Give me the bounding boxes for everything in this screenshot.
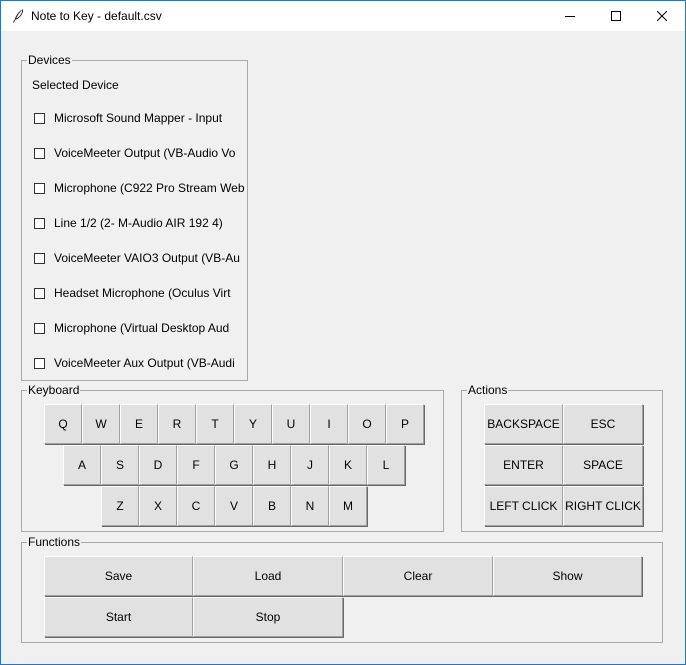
actions-group: Actions BACKSPACE ESC ENTER SPACE LEFT C… [461, 383, 663, 532]
close-icon [657, 11, 667, 21]
app-window: Note to Key - default.csv Devices Select… [0, 0, 686, 665]
actions-legend: Actions [467, 383, 509, 397]
device-checkbox[interactable] [34, 147, 45, 159]
device-label: VoiceMeeter Aux Output (VB-Audi [54, 356, 235, 370]
title-bar[interactable]: Note to Key - default.csv [1, 1, 685, 31]
devices-group: Devices Selected Device Microsoft Sound … [21, 53, 248, 381]
device-checkbox[interactable] [34, 112, 45, 124]
key-g[interactable]: G [215, 445, 253, 485]
device-checkbox[interactable] [34, 217, 45, 229]
device-label: VoiceMeeter VAIO3 Output (VB-Au [54, 251, 240, 265]
functions-group: Functions Save Load Clear Show Start Sto… [21, 535, 663, 643]
key-w[interactable]: W [82, 404, 120, 444]
key-a[interactable]: A [63, 445, 101, 485]
device-checkbox[interactable] [34, 322, 45, 334]
device-option[interactable]: Microphone (C922 Pro Stream Web [34, 180, 245, 196]
key-u[interactable]: U [272, 404, 310, 444]
device-label: Microphone (C922 Pro Stream Web [54, 181, 245, 195]
devices-legend: Devices [27, 53, 72, 67]
key-v[interactable]: V [215, 486, 253, 526]
key-s[interactable]: S [101, 445, 139, 485]
stop-button[interactable]: Stop [193, 597, 343, 637]
key-l[interactable]: L [367, 445, 405, 485]
key-y[interactable]: Y [234, 404, 272, 444]
key-h[interactable]: H [253, 445, 291, 485]
key-e[interactable]: E [120, 404, 158, 444]
keyboard-legend: Keyboard [27, 383, 81, 397]
device-option[interactable]: Line 1/2 (2- M-Audio AIR 192 4) [34, 215, 223, 231]
right-click-button[interactable]: RIGHT CLICK [563, 486, 643, 526]
key-z[interactable]: Z [101, 486, 139, 526]
device-label: Line 1/2 (2- M-Audio AIR 192 4) [54, 216, 223, 230]
show-button[interactable]: Show [493, 556, 642, 596]
key-r[interactable]: R [158, 404, 196, 444]
key-x[interactable]: X [139, 486, 177, 526]
maximize-button[interactable] [593, 1, 639, 31]
close-button[interactable] [639, 1, 685, 31]
functions-legend: Functions [27, 535, 82, 549]
device-checkbox[interactable] [34, 287, 45, 299]
device-label: Headset Microphone (Oculus Virt [54, 286, 231, 300]
device-option[interactable]: Microsoft Sound Mapper - Input [34, 110, 222, 126]
minimize-icon [565, 16, 575, 17]
key-b[interactable]: B [253, 486, 291, 526]
device-option[interactable]: VoiceMeeter Aux Output (VB-Audi [34, 355, 235, 371]
key-d[interactable]: D [139, 445, 177, 485]
device-label: Microsoft Sound Mapper - Input [54, 111, 223, 125]
device-option[interactable]: Headset Microphone (Oculus Virt [34, 285, 231, 301]
key-k[interactable]: K [329, 445, 367, 485]
minimize-button[interactable] [547, 1, 593, 31]
device-checkbox[interactable] [34, 182, 45, 194]
save-button[interactable]: Save [44, 556, 193, 596]
device-checkbox[interactable] [34, 252, 45, 264]
key-m[interactable]: M [329, 486, 367, 526]
device-label: Microphone (Virtual Desktop Aud [54, 321, 230, 335]
maximize-icon [611, 11, 621, 21]
keyboard-group: Keyboard Q W E R T Y U I O P A S D F G H… [21, 383, 444, 532]
enter-button[interactable]: ENTER [484, 445, 563, 485]
clear-button[interactable]: Clear [343, 556, 493, 596]
space-button[interactable]: SPACE [563, 445, 643, 485]
device-checkbox[interactable] [34, 357, 45, 369]
key-f[interactable]: F [177, 445, 215, 485]
esc-button[interactable]: ESC [563, 404, 643, 444]
key-j[interactable]: J [291, 445, 329, 485]
key-n[interactable]: N [291, 486, 329, 526]
device-option[interactable]: VoiceMeeter VAIO3 Output (VB-Au [34, 250, 240, 266]
left-click-button[interactable]: LEFT CLICK [484, 486, 563, 526]
feather-icon [10, 8, 26, 24]
window-title: Note to Key - default.csv [31, 9, 162, 23]
key-c[interactable]: C [177, 486, 215, 526]
load-button[interactable]: Load [193, 556, 343, 596]
key-q[interactable]: Q [44, 404, 82, 444]
start-button[interactable]: Start [44, 597, 193, 637]
selected-device-label: Selected Device [32, 78, 119, 92]
key-i[interactable]: I [310, 404, 348, 444]
key-t[interactable]: T [196, 404, 234, 444]
device-option[interactable]: VoiceMeeter Output (VB-Audio Vo [34, 145, 235, 161]
device-label: VoiceMeeter Output (VB-Audio Vo [54, 146, 236, 160]
key-o[interactable]: O [348, 404, 386, 444]
device-option[interactable]: Microphone (Virtual Desktop Aud [34, 320, 229, 336]
backspace-button[interactable]: BACKSPACE [484, 404, 563, 444]
key-p[interactable]: P [386, 404, 424, 444]
